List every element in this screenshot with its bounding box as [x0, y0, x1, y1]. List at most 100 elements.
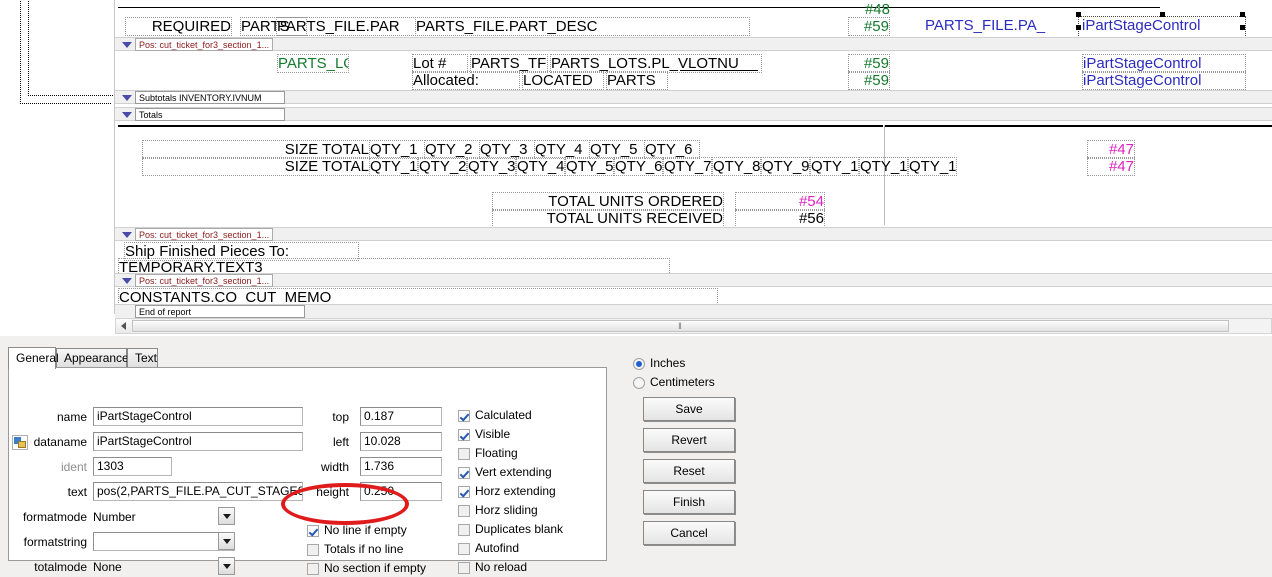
field-qty-1-b[interactable]: QTY_1 — [369, 157, 418, 176]
selection-handle-e[interactable] — [1240, 25, 1245, 30]
top-input[interactable]: 0.187 — [360, 407, 442, 426]
field-ipart-selected[interactable]: iPartStageControl — [1082, 17, 1246, 34]
field-num48[interactable]: #48 — [848, 1, 890, 18]
checkbox-box[interactable] — [458, 524, 470, 536]
band-collapse-triangle-icon[interactable] — [122, 278, 132, 284]
selection-handle-nw[interactable] — [1076, 12, 1081, 17]
band-label: End of report — [135, 305, 305, 318]
width-input[interactable]: 1.736 — [360, 457, 442, 476]
selection-handle-ne[interactable] — [1240, 12, 1245, 17]
band-subtotals[interactable]: Subtotals INVENTORY.IVNUM — [115, 90, 1272, 104]
field-qty-3-b[interactable]: QTY_3 — [467, 157, 516, 176]
formatstring-dropdown-arrow-icon[interactable] — [218, 532, 235, 550]
field-allocated[interactable]: Allocated: — [412, 71, 520, 90]
field-total-units-received[interactable]: TOTAL UNITS RECEIVED — [492, 209, 724, 228]
field-located[interactable]: LOCATED — [522, 71, 604, 90]
checkbox-box[interactable] — [458, 467, 470, 479]
band-totals[interactable]: Totals — [115, 107, 1272, 121]
radio-button[interactable] — [633, 377, 645, 389]
section-rule-top-right — [880, 7, 1160, 8]
tab-text[interactable]: Text — [127, 348, 158, 368]
finish-button[interactable]: Finish — [643, 490, 735, 514]
field-parts-file-part-desc[interactable]: PARTS_FILE.PART_DESC — [415, 17, 750, 36]
field-num47-b[interactable]: #47 — [1087, 157, 1135, 176]
scroll-thumb[interactable]: ‖ — [132, 320, 1229, 332]
band-collapse-triangle-icon[interactable] — [122, 42, 132, 48]
totalmode-dropdown-arrow-icon[interactable] — [218, 557, 235, 575]
field-num56[interactable]: #56 — [735, 209, 825, 228]
tab-appearance[interactable]: Appearance — [56, 348, 129, 368]
checkbox-label: Calculated — [475, 408, 532, 422]
field-num59-a[interactable]: #59 — [848, 17, 890, 36]
label-formatmode: formatmode — [22, 510, 87, 524]
reset-button[interactable]: Reset — [643, 459, 735, 483]
name-input[interactable]: iPartStageControl — [93, 407, 303, 426]
field-ipart-c[interactable]: iPartStageControl — [1082, 71, 1246, 90]
checkbox-box[interactable] — [458, 505, 470, 517]
field-qty-4-b[interactable]: QTY_4 — [516, 157, 565, 176]
field-qty-8-b[interactable]: QTY_8 — [712, 157, 761, 176]
checkbox-box[interactable] — [458, 486, 470, 498]
height-input[interactable]: 0.250 — [360, 482, 442, 501]
scroll-left-arrow-icon[interactable] — [116, 319, 131, 333]
general-tab-panel: name iPartStageControl dataname iPartSta… — [8, 367, 607, 575]
field-qty-9-b[interactable]: QTY_9 — [761, 157, 810, 176]
tab-general[interactable]: General — [8, 347, 59, 369]
band-collapse-triangle-icon[interactable] — [122, 95, 132, 101]
formatstring-input[interactable] — [93, 532, 235, 551]
checkbox-label: No line if empty — [324, 523, 407, 537]
selection-handle-w[interactable] — [1076, 25, 1081, 30]
field-parts-lots[interactable]: PARTS_LO — [277, 54, 349, 73]
field-qty-2-b[interactable]: QTY_2 — [418, 157, 467, 176]
field-required[interactable]: REQUIRED — [125, 17, 232, 36]
checkbox-box[interactable] — [307, 563, 319, 575]
band-collapse-triangle-icon[interactable] — [122, 232, 132, 238]
band-pos-1[interactable]: Pos: cut_ticket_for3_section_1... — [115, 37, 1272, 51]
dataname-input[interactable]: iPartStageControl — [93, 432, 303, 451]
label-height: height — [316, 485, 349, 499]
field-size-total-2[interactable]: SIZE TOTAL — [142, 157, 370, 176]
field-parts-file-par[interactable]: PARTS_FILE.PAR — [276, 17, 416, 36]
save-button[interactable]: Save — [643, 397, 735, 421]
cancel-button[interactable]: Cancel — [643, 521, 735, 545]
checkbox-label: Visible — [475, 427, 511, 441]
band-end-of-report[interactable]: End of report — [115, 304, 1272, 318]
checkbox-box[interactable] — [458, 543, 470, 555]
band-label: Pos: cut_ticket_for3_section_1... — [135, 38, 274, 51]
underline-vlotnum — [680, 70, 758, 71]
label-ident: ident — [60, 460, 87, 474]
field-qty-6-b[interactable]: QTY_6 — [614, 157, 663, 176]
selection-handle-n[interactable] — [1160, 12, 1165, 17]
field-qty-5-b[interactable]: QTY_5 — [565, 157, 614, 176]
checkbox-box[interactable] — [307, 525, 319, 537]
band-pos-2[interactable]: Pos: cut_ticket_for3_section_1... — [115, 227, 1272, 241]
revert-button[interactable]: Revert — [643, 428, 735, 452]
ident-input[interactable]: 1303 — [93, 457, 172, 476]
checkbox-box[interactable] — [307, 544, 319, 556]
left-input[interactable]: 10.028 — [360, 432, 442, 451]
text-input[interactable]: pos(2,PARTS_FILE.PA_CUT_STAGES) — [93, 482, 303, 501]
band-pos-3[interactable]: Pos: cut_ticket_for3_section_1... — [115, 273, 1272, 287]
checkbox-box[interactable] — [458, 448, 470, 460]
field-parts-c[interactable]: PARTS — [606, 71, 668, 90]
radio-label: Centimeters — [650, 375, 715, 389]
checkbox-box[interactable] — [458, 429, 470, 441]
radio-button[interactable] — [633, 358, 645, 370]
band-collapse-triangle-icon[interactable] — [122, 112, 132, 118]
checkbox-box[interactable] — [458, 562, 470, 574]
field-qty-7-b[interactable]: QTY_7 — [663, 157, 712, 176]
field-num59-c[interactable]: #59 — [848, 71, 890, 90]
canvas-horizontal-scrollbar[interactable]: ‖ — [115, 318, 1272, 334]
label-width: width — [320, 460, 349, 474]
checkbox-label: Duplicates blank — [475, 522, 564, 536]
label-text: text — [67, 485, 87, 499]
field-parts-file-pa[interactable]: PARTS_FILE.PA_ — [925, 17, 1055, 34]
field-qty-10-b[interactable]: QTY_10 — [810, 157, 859, 176]
field-qty-12-b[interactable]: QTY_12 — [908, 157, 957, 176]
field-qty-11-b[interactable]: QTY_11 — [859, 157, 908, 176]
label-name: name — [56, 410, 87, 424]
checkbox-box[interactable] — [458, 410, 470, 422]
report-design-canvas[interactable]: REQUIRED PARTS PARTS_FILE.PAR PARTS_FILE… — [0, 0, 1272, 336]
formatmode-dropdown-arrow-icon[interactable] — [218, 507, 235, 525]
dataname-link-icon[interactable] — [12, 435, 28, 450]
